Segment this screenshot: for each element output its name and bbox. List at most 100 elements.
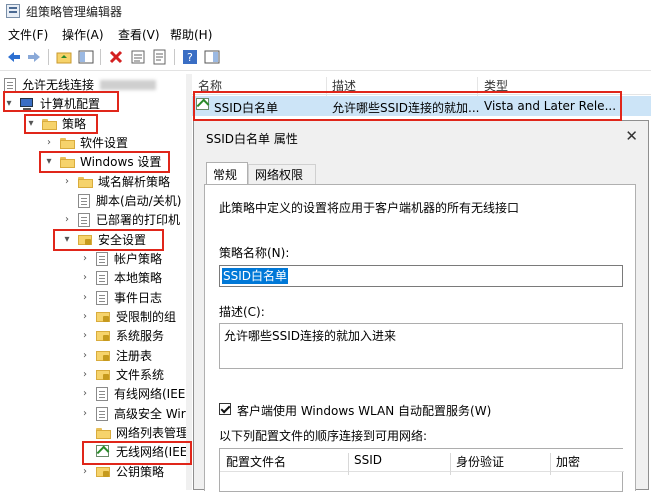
redacted-text [100,79,157,90]
wireless-policy-icon [196,98,210,112]
chevron-right-icon[interactable]: › [80,292,90,303]
grid-col-profile[interactable]: 配置文件名 [226,453,286,470]
tree-label: 无线网络(IEE [116,445,187,459]
chevron-right-icon[interactable]: › [62,176,72,187]
tree-system-services[interactable]: › 系统服务 [80,326,164,345]
chevron-right-icon[interactable]: › [80,272,90,283]
forward-arrow-icon[interactable] [26,49,42,65]
properties-dialog: SSID白名单 属性 ✕ 常规 网络权限 此策略中定义的设置将应用于客户端机器的… [193,120,649,492]
lock-folder-icon [96,349,111,362]
export-list-icon[interactable] [152,49,168,65]
column-desc-header[interactable]: 描述 [332,77,356,94]
grid-separator [348,453,349,475]
chevron-down-icon[interactable]: ▾ [4,98,14,109]
chevron-right-icon[interactable]: › [80,311,90,322]
properties-icon[interactable] [130,49,146,65]
chevron-right-icon[interactable]: › [80,350,90,361]
tree-label: 文件系统 [116,368,165,382]
tree-event-log[interactable]: › 事件日志 [80,288,162,307]
chevron-right-icon[interactable]: › [80,369,90,380]
chevron-right-icon[interactable]: › [80,253,90,264]
back-arrow-icon[interactable] [6,49,22,65]
tree-restricted-groups[interactable]: › 受限制的组 [80,307,176,326]
menu-file[interactable]: 文件(F) [8,26,48,43]
folder-icon [96,427,111,439]
tab-network-permissions[interactable]: 网络权限 [248,164,316,184]
column-name-header[interactable]: 名称 [198,77,222,94]
printer-icon [78,212,90,227]
chevron-down-icon[interactable]: ▾ [62,234,72,245]
tree-name-resolution[interactable]: › 域名解析策略 [62,172,170,191]
tree-policies[interactable]: ▾ 策略 [26,114,86,133]
column-type-header[interactable]: 类型 [484,77,508,94]
chevron-right-icon[interactable]: › [62,214,72,225]
folder-icon [78,176,93,188]
grid-col-ssid[interactable]: SSID [354,453,382,467]
tree-label: 受限制的组 [116,310,177,324]
wlan-autoconfig-label[interactable]: 客户端使用 Windows WLAN 自动配置服务(W) [237,402,491,419]
dialog-title: SSID白名单 属性 [206,132,298,146]
tree-label: 本地策略 [114,271,163,285]
description-value: 允许哪些SSID连接的就加入进来 [224,329,397,343]
description-input[interactable]: 允许哪些SSID连接的就加入进来 [219,323,623,369]
menu-action[interactable]: 操作(A) [62,26,104,43]
tree-wireless-network[interactable]: 无线网络(IEE [96,442,187,461]
tree-registry[interactable]: › 注册表 [80,346,152,365]
tree-local-policies[interactable]: › 本地策略 [80,268,162,287]
tree-file-system[interactable]: › 文件系统 [80,365,164,384]
wlan-autoconfig-checkbox[interactable] [219,403,231,415]
lock-folder-icon [96,368,111,381]
view-pane-icon[interactable] [204,49,220,65]
menu-view[interactable]: 查看(V) [118,26,160,43]
tree-account-policies[interactable]: › 帐户策略 [80,249,162,268]
tree-public-key[interactable]: › 公钥策略 [80,462,164,481]
tree-windows-settings[interactable]: ▾ Windows 设置 [44,152,161,171]
tree-network-list[interactable]: 网络列表管理 [96,423,187,442]
column-separator[interactable] [477,77,478,97]
grid-col-encryption[interactable]: 加密 [556,453,580,470]
tree-computer-config[interactable]: ▾ 计算机配置 [4,94,100,113]
chevron-right-icon[interactable]: › [80,466,90,477]
grid-separator [450,453,451,475]
tree-advanced-firewall[interactable]: › 高级安全 Wir [80,404,186,423]
tree-scripts[interactable]: 脚本(启动/关机) [78,191,181,210]
lock-folder-icon [96,310,111,323]
policy-icon [96,270,108,285]
help-icon[interactable]: ? [182,49,198,65]
tab-general[interactable]: 常规 [206,162,248,185]
grid-col-auth[interactable]: 身份验证 [456,453,504,470]
chevron-right-icon[interactable]: › [80,408,90,419]
tree-deployed-printers[interactable]: › 已部署的打印机 [62,210,180,229]
tree-label: 高级安全 Wir [114,407,186,421]
toolbar-separator [100,49,101,65]
up-folder-icon[interactable] [56,49,72,65]
toolbar: ? [0,44,651,71]
tree-root[interactable]: 允许无线连接 [4,75,157,94]
policy-name-value: SSID白名单 [222,268,289,284]
tree-software-settings[interactable]: › 软件设置 [44,133,128,152]
chevron-right-icon[interactable]: › [80,330,90,341]
chevron-down-icon[interactable]: ▾ [26,118,36,129]
window-title: 组策略管理编辑器 [26,5,123,19]
column-separator[interactable] [326,77,327,97]
lock-folder-icon [96,329,111,342]
chevron-right-icon[interactable]: › [44,137,54,148]
tree-label: 公钥策略 [116,465,165,479]
close-icon[interactable]: ✕ [625,127,638,145]
menu-help[interactable]: 帮助(H) [170,26,212,43]
tree-security-settings[interactable]: ▾ 安全设置 [62,230,146,249]
delete-icon[interactable] [108,49,124,65]
chevron-down-icon[interactable]: ▾ [44,156,54,167]
connect-order-label: 以下列配置文件的顺序连接到可用网络: [219,429,428,443]
tree-label: 网络列表管理 [116,426,187,440]
firewall-icon [96,406,108,421]
show-hide-tree-icon[interactable] [78,49,94,65]
tree-pane: 允许无线连接 ▾ 计算机配置 ▾ 策略 › 软件设置 ▾ Windows 设置 … [0,74,187,490]
table-row[interactable]: SSID白名单 允许哪些SSID连接的就加... Vista and Later… [192,96,651,116]
intro-text: 此策略中定义的设置将应用于客户端机器的所有无线接口 [219,201,520,215]
tree-label: 域名解析策略 [98,175,171,189]
tree-wired-network[interactable]: › 有线网络(IEE [80,384,185,403]
policy-name-input[interactable]: SSID白名单 [219,265,623,287]
tree-label: 已部署的打印机 [96,213,181,227]
chevron-right-icon[interactable]: › [80,388,90,399]
